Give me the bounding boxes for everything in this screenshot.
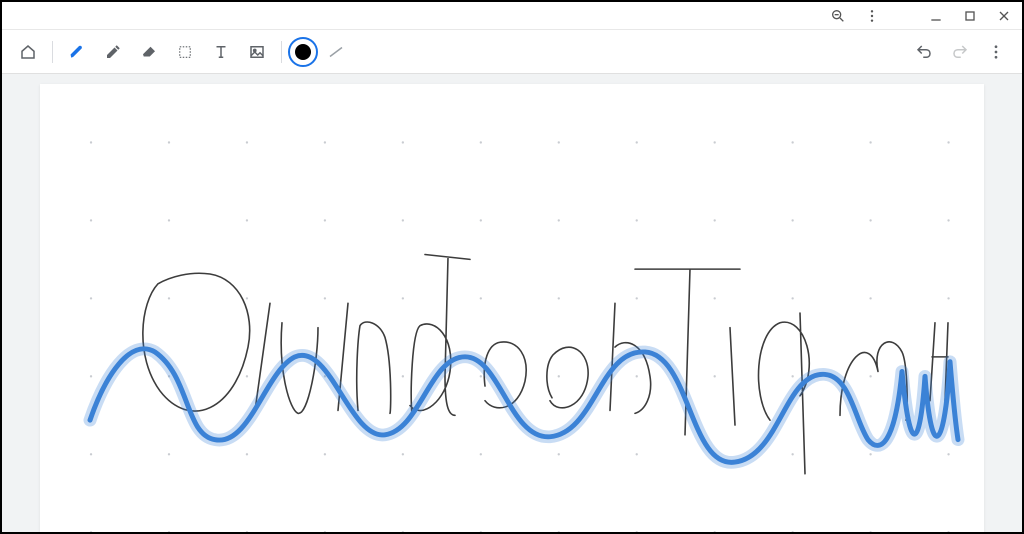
home-button[interactable] — [10, 34, 46, 70]
more-vert-icon[interactable] — [860, 4, 884, 28]
color-picker[interactable] — [288, 37, 318, 67]
marker-tool[interactable] — [95, 34, 131, 70]
drawing-toolbar — [2, 30, 1022, 74]
toolbar-divider — [281, 41, 282, 63]
toolbar-divider — [52, 41, 53, 63]
zoom-out-icon[interactable] — [826, 4, 850, 28]
undo-button[interactable] — [906, 34, 942, 70]
select-tool[interactable] — [167, 34, 203, 70]
pen-tool[interactable] — [59, 34, 95, 70]
eraser-tool[interactable] — [131, 34, 167, 70]
maximize-button[interactable] — [958, 4, 982, 28]
close-button[interactable] — [992, 4, 1016, 28]
text-tool[interactable] — [203, 34, 239, 70]
window-titlebar — [2, 2, 1022, 30]
stroke-layer — [40, 84, 984, 532]
more-button[interactable] — [978, 34, 1014, 70]
current-color-swatch — [295, 44, 311, 60]
canvas-paper[interactable] — [40, 84, 984, 532]
stroke-preview[interactable] — [318, 34, 354, 70]
canvas-area — [2, 74, 1022, 532]
redo-button[interactable] — [942, 34, 978, 70]
minimize-button[interactable] — [924, 4, 948, 28]
image-tool[interactable] — [239, 34, 275, 70]
